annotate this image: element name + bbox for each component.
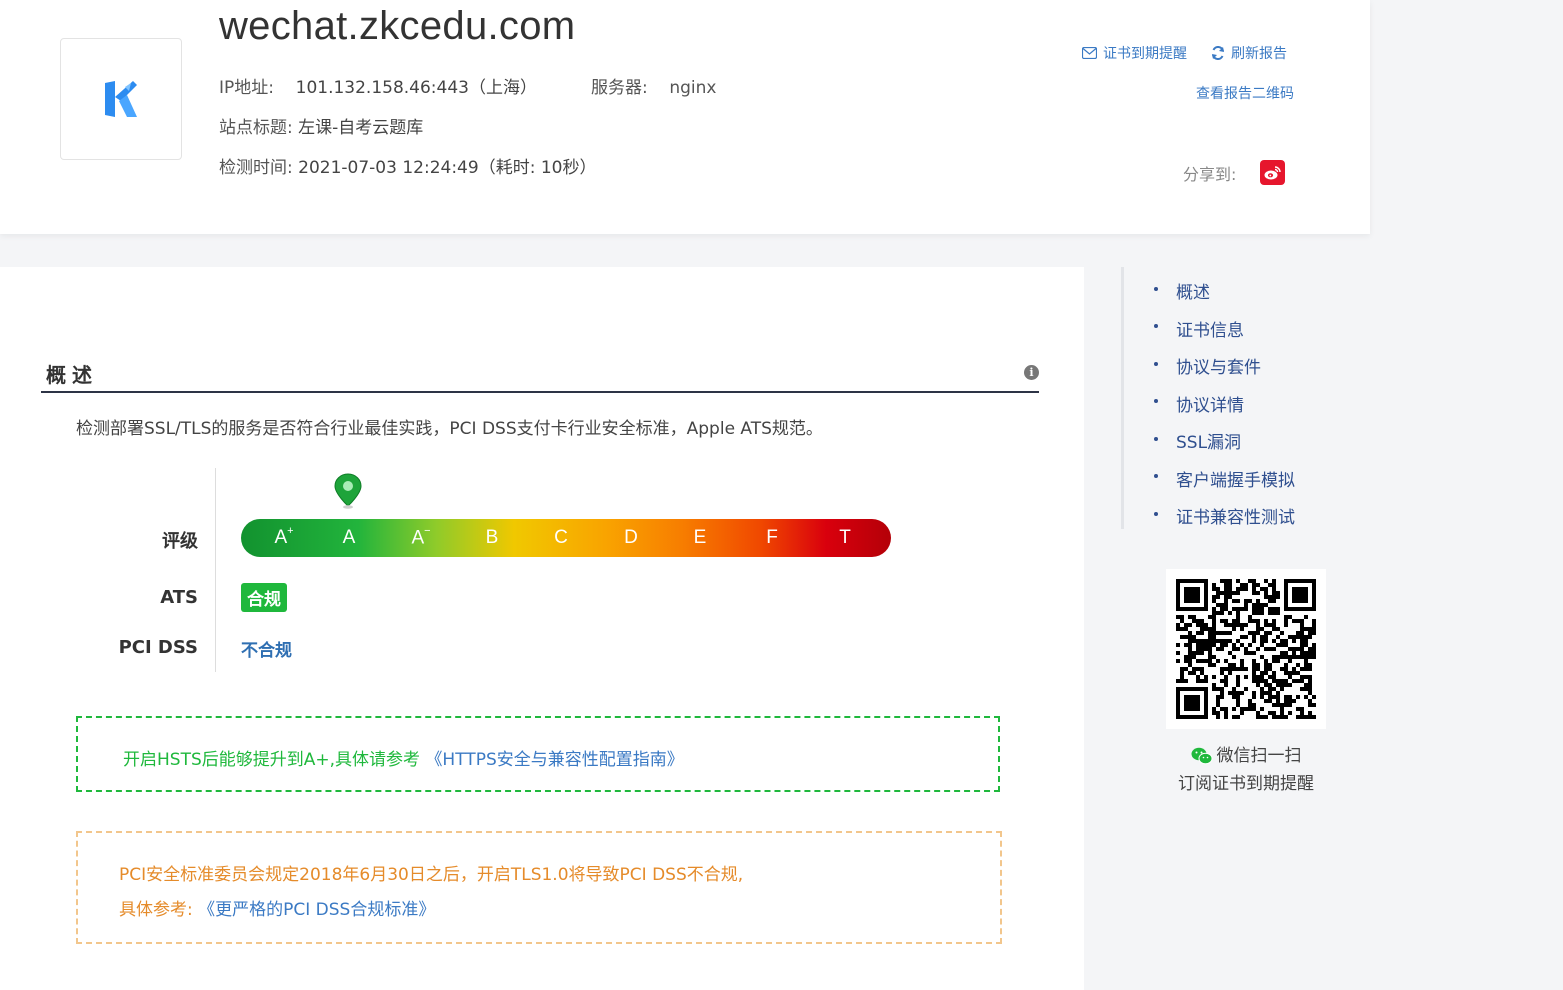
grade-c: C (554, 527, 568, 548)
qr-caption-line2: 订阅证书到期提醒 (1178, 774, 1314, 794)
ats-label: ATS (160, 587, 198, 608)
ats-status-badge: 合规 (241, 583, 287, 612)
share-row: 分享到: (1183, 160, 1286, 185)
bullet-icon (1154, 436, 1158, 441)
view-qr-link[interactable]: 查看报告二维码 (1196, 83, 1294, 103)
check-time-line: 检测时间: 2021-07-03 12:24:49（耗时: 10秒） (219, 153, 596, 178)
ip-value: 101.132.158.46:443（上海） (295, 78, 537, 98)
site-title-line: 站点标题: 左课-自考云题库 (219, 113, 423, 138)
qr-caption: 微信扫一扫 订阅证书到期提醒 (1160, 742, 1332, 798)
grade-e: E (693, 527, 707, 548)
sidebar-item-protocol-details[interactable]: 协议详情 (1154, 385, 1295, 423)
weibo-share-button[interactable] (1260, 160, 1286, 185)
wechat-qr-code (1166, 569, 1326, 729)
mail-icon (1082, 47, 1097, 59)
sidebar-item-protocols-suites[interactable]: 协议与套件 (1154, 347, 1295, 385)
check-time-label: 检测时间: (219, 158, 293, 178)
sidebar-item-cert-compat[interactable]: 证书兼容性测试 (1154, 497, 1295, 535)
bullet-icon (1154, 399, 1158, 404)
domain-title: wechat.zkcedu.com (219, 4, 576, 48)
pci-tip-prefix: 具体参考: (119, 900, 193, 920)
bullet-icon (1154, 511, 1158, 516)
sidebar-rule (1121, 267, 1124, 529)
grade-a-plus-text: A+ (274, 525, 294, 549)
grade-scale-bar: A+ A A− B C D E F T (241, 519, 891, 557)
bullet-icon (1154, 324, 1158, 329)
header-actions: 证书到期提醒 刷新报告 (1082, 43, 1287, 63)
ip-line: IP地址: 101.132.158.46:443（上海） (219, 73, 537, 98)
pci-standard-link[interactable]: 《更严格的PCI DSS合规标准》 (198, 900, 435, 920)
ip-label: IP地址: (219, 78, 274, 98)
sidebar-item-label: 协议与套件 (1176, 358, 1261, 379)
sidebar-item-label: SSL漏洞 (1176, 433, 1242, 454)
overview-section-header: 概述 i (41, 355, 1039, 393)
site-title-label: 站点标题: (219, 118, 293, 138)
site-logo (60, 38, 182, 160)
grade-a-minus: A− (411, 525, 431, 549)
refresh-report-link[interactable]: 刷新报告 (1211, 43, 1287, 63)
qr-caption-line1: 微信扫一扫 (1160, 742, 1332, 770)
sidebar-item-overview[interactable]: 概述 (1154, 272, 1295, 310)
grade-t: T (839, 527, 851, 548)
server-value: nginx (669, 78, 717, 98)
refresh-icon (1212, 46, 1224, 60)
grade-d: D (624, 527, 638, 548)
cert-reminder-link[interactable]: 证书到期提醒 (1082, 43, 1187, 63)
pci-status-badge: 不合规 (241, 641, 292, 661)
hsts-tip-text: 开启HSTS后能够提升到A+,具体请参考 《HTTPS安全与兼容性配置指南》 (123, 745, 684, 770)
overview-description: 检测部署SSL/TLS的服务是否符合行业最佳实践，PCI DSS支付卡行业安全标… (76, 419, 823, 439)
current-grade-pin-icon (334, 473, 362, 509)
sidebar-item-handshake-sim[interactable]: 客户端握手模拟 (1154, 460, 1295, 498)
sidebar-item-ssl-vulns[interactable]: SSL漏洞 (1154, 422, 1295, 460)
server-label: 服务器: (591, 78, 648, 98)
overview-title: 概述 (46, 363, 98, 387)
rating-block: 评级 ATS PCI DSS A+ A A− B C D E F T 合规 不合… (100, 468, 900, 673)
server-line: 服务器: nginx (591, 73, 716, 98)
qr-code-icon (1166, 569, 1326, 729)
sidebar-item-label: 协议详情 (1176, 395, 1244, 416)
https-guide-link[interactable]: 《HTTPS安全与兼容性配置指南》 (425, 750, 683, 770)
grade-f: F (766, 527, 778, 548)
cert-reminder-label: 证书到期提醒 (1103, 46, 1187, 62)
qr-caption-scan: 微信扫一扫 (1216, 746, 1302, 766)
sidebar-item-label: 概述 (1176, 283, 1210, 304)
info-icon[interactable]: i (1024, 365, 1039, 380)
grade-a-plus: A+ (269, 525, 299, 549)
report-header: wechat.zkcedu.com IP地址: 101.132.158.46:4… (0, 0, 1370, 234)
grade-b: B (485, 527, 499, 548)
wechat-icon (1191, 747, 1212, 765)
share-label: 分享到: (1183, 164, 1237, 184)
site-logo-icon (105, 81, 137, 117)
refresh-report-label: 刷新报告 (1231, 46, 1287, 62)
pci-tip-line2: 具体参考: 《更严格的PCI DSS合规标准》 (119, 895, 435, 920)
grade-a: A (342, 527, 356, 548)
weibo-icon (1264, 165, 1282, 179)
sidebar-item-label: 客户端握手模拟 (1176, 470, 1295, 491)
divider (215, 468, 216, 672)
bullet-icon (1154, 361, 1158, 366)
check-time-value: 2021-07-03 12:24:49（耗时: 10秒） (298, 158, 597, 178)
pci-label: PCI DSS (118, 637, 198, 658)
sidebar-item-label: 证书兼容性测试 (1176, 508, 1295, 529)
hsts-tip-message: 开启HSTS后能够提升到A+,具体请参考 (123, 750, 421, 770)
pci-tip-line1: PCI安全标准委员会规定2018年6月30日之后，开启TLS1.0将导致PCI … (119, 865, 744, 885)
pci-tip-box: PCI安全标准委员会规定2018年6月30日之后，开启TLS1.0将导致PCI … (76, 831, 1002, 944)
sidebar-item-cert-info[interactable]: 证书信息 (1154, 310, 1295, 348)
sidebar-item-label: 证书信息 (1176, 320, 1244, 341)
sidebar-nav: 概述 证书信息 协议与套件 协议详情 SSL漏洞 客户端握手模拟 证书兼容性测试 (1154, 272, 1295, 535)
site-title-value: 左课-自考云题库 (298, 118, 424, 138)
grade-label: 评级 (162, 531, 198, 552)
hsts-tip-box: 开启HSTS后能够提升到A+,具体请参考 《HTTPS安全与兼容性配置指南》 (76, 716, 1000, 792)
bullet-icon (1154, 286, 1158, 291)
bullet-icon (1154, 474, 1158, 479)
